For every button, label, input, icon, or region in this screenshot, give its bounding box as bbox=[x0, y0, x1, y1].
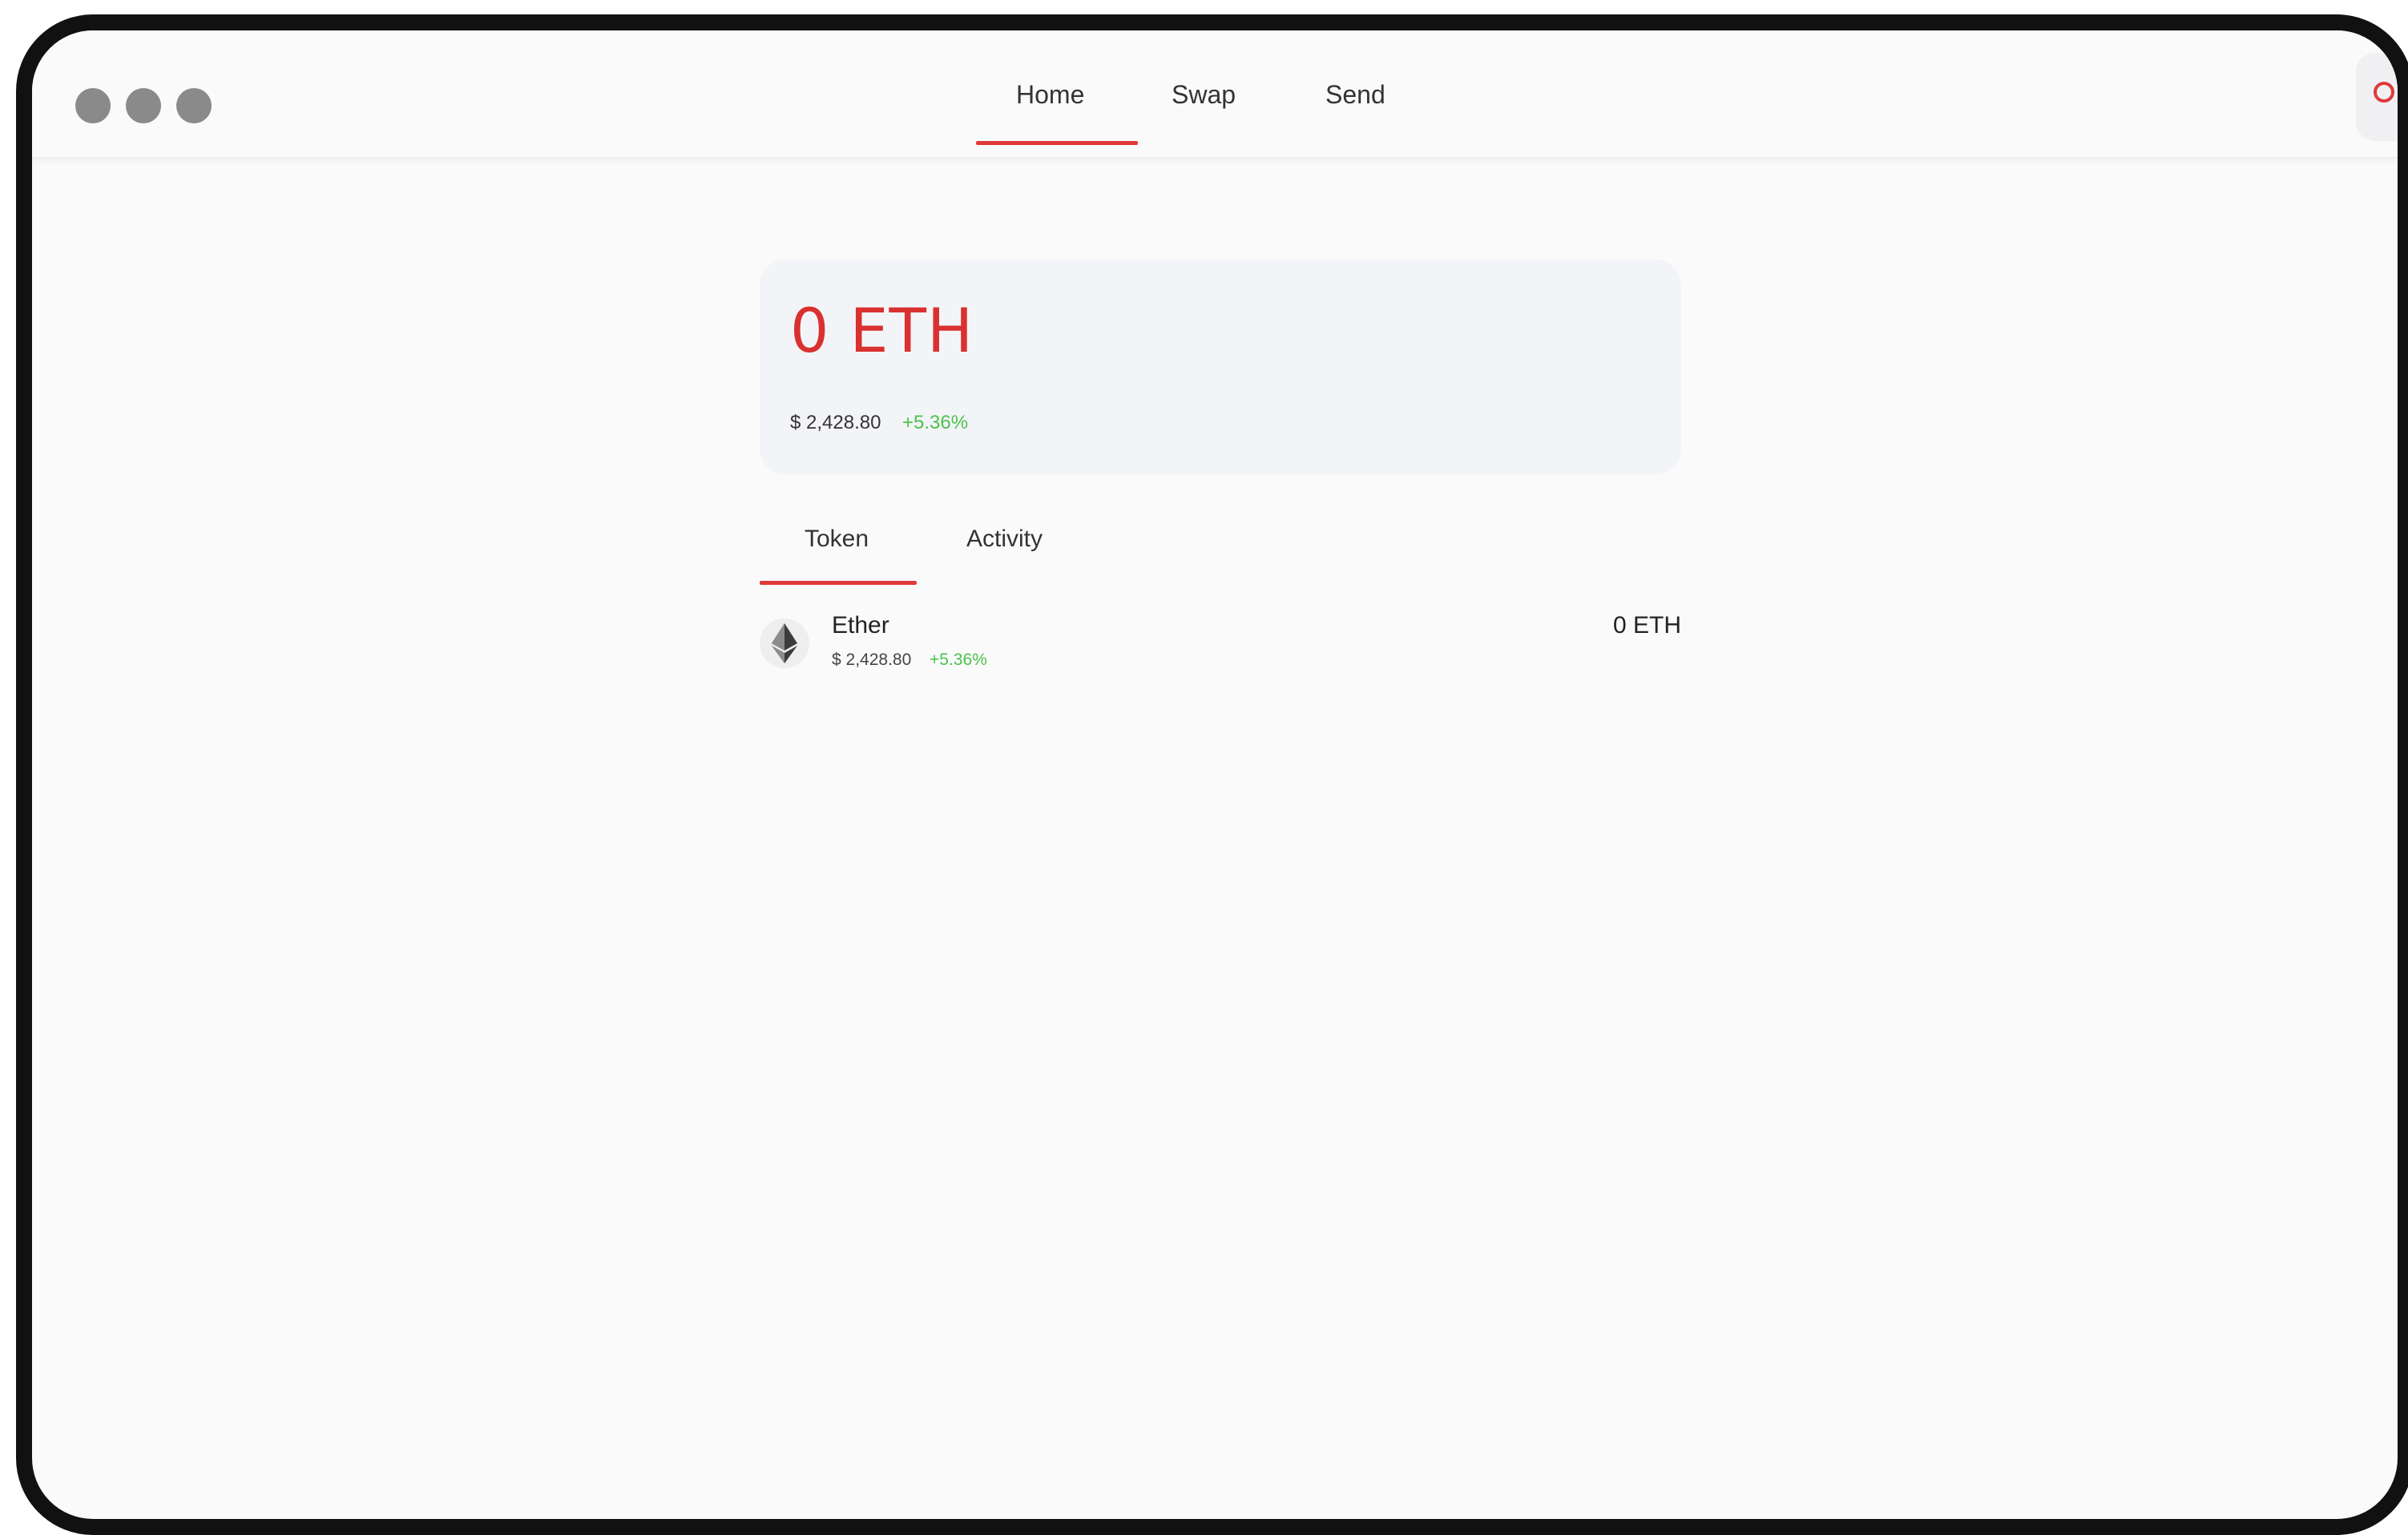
active-tab-indicator bbox=[976, 141, 1138, 145]
token-balance: 0 ETH bbox=[1612, 612, 1681, 639]
balance-card: 0 ETH $ 2,428.80 +5.36% bbox=[760, 260, 1681, 474]
balance-fiat-value: $ 2,428.80 bbox=[790, 412, 881, 433]
tab-activity[interactable]: Activity bbox=[966, 526, 1043, 553]
token-fiat-value: $ 2,428.80 bbox=[832, 651, 912, 669]
ethereum-icon bbox=[760, 618, 809, 668]
active-content-tab-indicator bbox=[760, 581, 917, 585]
app-window: Home Swap Send 0 ETH $ 2,428.80 +5.36% T… bbox=[16, 14, 2408, 1535]
window-close-button[interactable] bbox=[75, 88, 111, 123]
tab-send[interactable]: Send bbox=[1325, 80, 1386, 110]
window-maximize-button[interactable] bbox=[176, 88, 212, 123]
window-minimize-button[interactable] bbox=[126, 88, 161, 123]
balance-change-percent: +5.36% bbox=[902, 412, 969, 433]
account-icon bbox=[2374, 82, 2394, 103]
token-list-item[interactable]: Ether $ 2,428.80 +5.36% 0 ETH bbox=[760, 609, 1681, 681]
token-name: Ether bbox=[832, 612, 889, 639]
tab-home[interactable]: Home bbox=[1016, 80, 1084, 110]
top-navigation-bar: Home Swap Send bbox=[32, 30, 2398, 159]
token-change-percent: +5.36% bbox=[930, 651, 987, 669]
balance-amount: 0 ETH bbox=[790, 295, 974, 366]
tab-swap[interactable]: Swap bbox=[1172, 80, 1236, 110]
tab-token[interactable]: Token bbox=[805, 526, 869, 553]
